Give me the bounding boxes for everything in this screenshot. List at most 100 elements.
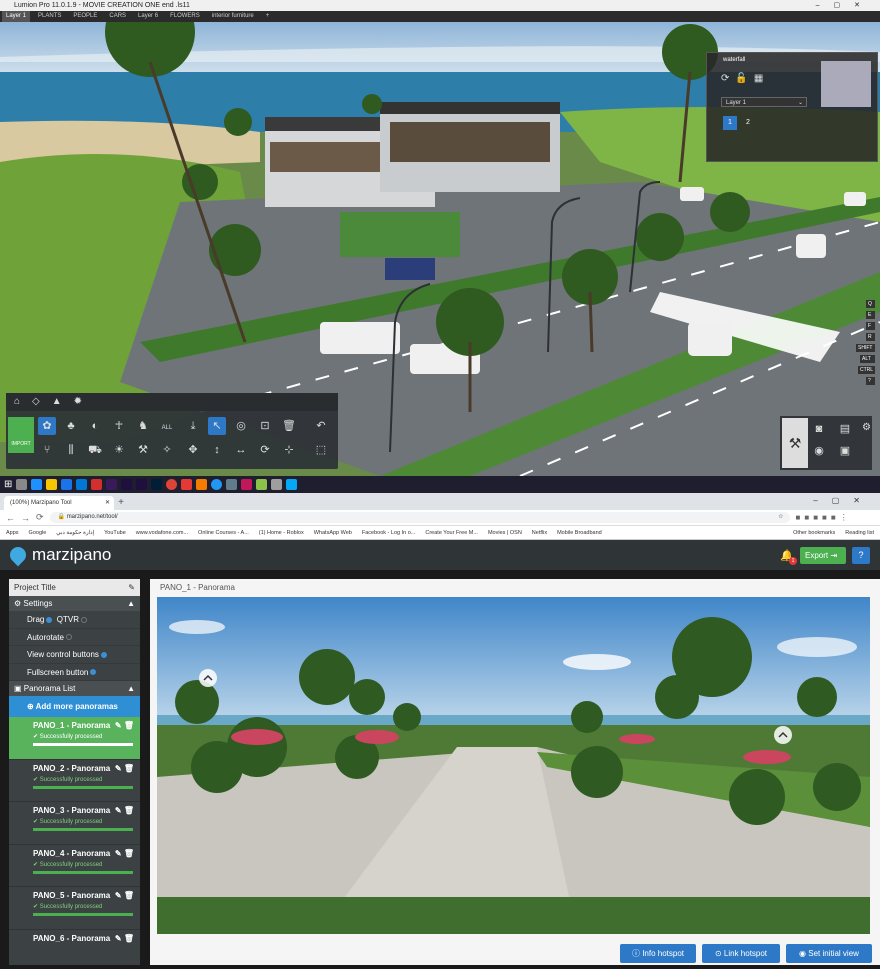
tree-icon[interactable]: ♣	[62, 417, 80, 435]
info-hotspot-button[interactable]: ⓘ Info hotspot	[620, 944, 696, 963]
bookmark-apps[interactable]: Apps	[6, 530, 19, 536]
delete-icon[interactable]: 🗑	[280, 417, 298, 435]
home-icon[interactable]: ⌂	[14, 393, 20, 411]
bookmark-vodafone[interactable]: www.vodafone.com...	[136, 530, 188, 536]
app-green-icon[interactable]	[256, 479, 268, 490]
pano-item[interactable]: PANO_4 - Panorama ✎ 🗑 ✔ Successfully proc…	[9, 845, 140, 887]
help-button[interactable]: ?	[852, 547, 870, 564]
premiere-icon[interactable]	[106, 479, 118, 490]
snap-icon[interactable]: ⊹	[280, 441, 298, 459]
pencil-icon[interactable]: ✎	[128, 579, 140, 596]
search-icon[interactable]	[16, 479, 28, 490]
tab-flowers[interactable]: FLOWERS	[166, 11, 204, 22]
page-button-1[interactable]: 1	[723, 116, 737, 130]
project-title-field[interactable]: Project Title ✎	[9, 579, 140, 596]
view-control-row[interactable]: View control buttons	[9, 646, 140, 664]
export-button[interactable]: Export ⇥	[800, 547, 846, 564]
pano-item[interactable]: PANO_1 - Panorama ✎ 🗑 ✔ Successfully proc…	[9, 717, 140, 760]
select-all-icon[interactable]: ALL	[158, 417, 176, 435]
app-grey-icon[interactable]	[271, 479, 283, 490]
add-panoramas-button[interactable]: ⊕ Add more panoramas	[9, 696, 140, 717]
edit-delete-icons[interactable]: ✎ 🗑	[115, 934, 134, 943]
tab-cars[interactable]: CARS	[105, 11, 130, 22]
object-tools[interactable]: ⟳🔓▦	[721, 73, 769, 84]
reload-icon[interactable]: ⟳	[36, 512, 44, 523]
window-controls[interactable]: –▢✕	[816, 0, 874, 11]
add-layer-icon[interactable]: +	[262, 11, 274, 22]
height-icon[interactable]: ↕	[208, 441, 226, 459]
chair-icon[interactable]: ⑂	[38, 441, 56, 459]
tab-plants[interactable]: PLANTS	[34, 11, 65, 22]
angle-icon[interactable]: ⟳	[256, 441, 274, 459]
back-icon[interactable]: ←	[6, 513, 15, 523]
effects-icon[interactable]: ✧	[158, 441, 176, 459]
after-effects-icon[interactable]	[121, 479, 133, 490]
bookmark-facebook[interactable]: Facebook - Log In o...	[362, 530, 416, 536]
fullscreen-row[interactable]: Fullscreen button	[9, 664, 140, 681]
acrobat-icon[interactable]	[91, 479, 103, 490]
edit-delete-icons[interactable]: ✎ 🗑	[115, 806, 134, 815]
qtvr-radio[interactable]	[81, 616, 88, 623]
link-hotspot-icon[interactable]	[199, 669, 217, 687]
horizontal-icon[interactable]: ↔	[232, 441, 250, 459]
drag-mode-row[interactable]: Drag QTVR	[9, 611, 140, 629]
close-tab-icon[interactable]: ✕	[105, 496, 114, 510]
place-object-icon[interactable]: ⤓	[184, 417, 202, 435]
chrome-icon[interactable]	[166, 479, 178, 490]
new-tab-icon[interactable]: +	[114, 496, 128, 510]
view-control-toggle[interactable]	[100, 651, 107, 658]
bookmark-google[interactable]: Google	[29, 530, 47, 536]
panorama-mode-icon[interactable]: ◉	[810, 442, 828, 460]
import-button[interactable]: IMPORT	[8, 417, 34, 453]
light-icon[interactable]: ☀	[110, 441, 128, 459]
tab-people[interactable]: PEOPLE	[69, 11, 101, 22]
scale-icon[interactable]: ⊡	[256, 417, 274, 435]
pano-item[interactable]: PANO_3 - Panorama ✎ 🗑 ✔ Successfully proc…	[9, 802, 140, 845]
fullscreen-toggle[interactable]	[90, 669, 97, 676]
landscape-icon[interactable]: ▲	[52, 393, 62, 411]
after-effects-2-icon[interactable]	[136, 479, 148, 490]
extension-icons[interactable]: ■■■■■⋮	[796, 513, 852, 522]
bookmark-broadband[interactable]: Mobile Broadband	[557, 530, 602, 536]
edge-icon[interactable]	[31, 479, 43, 490]
lumion-icon[interactable]	[226, 479, 238, 490]
mail-icon[interactable]	[76, 479, 88, 490]
windows-start-icon[interactable]: ⊞	[4, 479, 12, 490]
edit-delete-icons[interactable]: ✎ 🗑	[115, 891, 134, 900]
forward-icon[interactable]: →	[21, 513, 30, 523]
person-icon[interactable]: ☥	[110, 417, 128, 435]
set-initial-view-button[interactable]: ◉ Set initial view	[786, 944, 872, 963]
photoshop-icon[interactable]	[151, 479, 163, 490]
panorama-viewer[interactable]	[157, 597, 870, 934]
layer-select[interactable]: Layer 1 ⌄	[721, 97, 807, 107]
pano-item[interactable]: PANO_6 - Panorama ✎ 🗑	[9, 930, 140, 966]
photo-mode-icon[interactable]: ◙	[810, 420, 828, 438]
edit-delete-icons[interactable]: ✎ 🗑	[115, 721, 134, 730]
tab-layer-6[interactable]: Layer 6	[134, 11, 162, 22]
tab-interior-furniture[interactable]: interior furniture	[208, 11, 258, 22]
bookmark-youtube[interactable]: YouTube	[104, 530, 126, 536]
bookmark-reading-list[interactable]: Reading list	[845, 530, 880, 536]
bookmark-other[interactable]: Other bookmarks	[793, 530, 835, 536]
page-button-2[interactable]: 2	[741, 116, 755, 130]
link-hotspot-button[interactable]: ⊙ Link hotspot	[702, 944, 780, 963]
app-red-icon[interactable]	[181, 479, 193, 490]
collapse-icon[interactable]: ▲	[127, 681, 140, 696]
settings-gear-icon[interactable]: ⚙	[862, 422, 871, 433]
browser-tab[interactable]: (100%) Marzipano Tool ✕	[4, 496, 114, 510]
link-hotspot-icon[interactable]	[774, 726, 792, 744]
undo-icon[interactable]: ↶	[312, 417, 330, 435]
build-mode-icon[interactable]: ⚒	[782, 418, 808, 468]
app-lightblue-icon[interactable]	[286, 479, 298, 490]
rotate-icon[interactable]: ◎	[232, 417, 250, 435]
pano-item[interactable]: PANO_5 - Panorama ✎ 🗑 ✔ Successfully proc…	[9, 887, 140, 930]
animal-icon[interactable]: ♞	[134, 417, 152, 435]
recorder-icon[interactable]	[241, 479, 253, 490]
bookmark-star-icon[interactable]: ☆	[778, 512, 789, 523]
save-icon[interactable]: ▣	[836, 442, 854, 460]
edit-delete-icons[interactable]: ✎ 🗑	[115, 849, 134, 858]
pano-item[interactable]: PANO_2 - Panorama ✎ 🗑 ✔ Successfully proc…	[9, 760, 140, 802]
store-icon[interactable]	[61, 479, 73, 490]
edit-delete-icons[interactable]: ✎ 🗑	[115, 764, 134, 773]
weather-icon[interactable]: ✹	[74, 393, 82, 411]
